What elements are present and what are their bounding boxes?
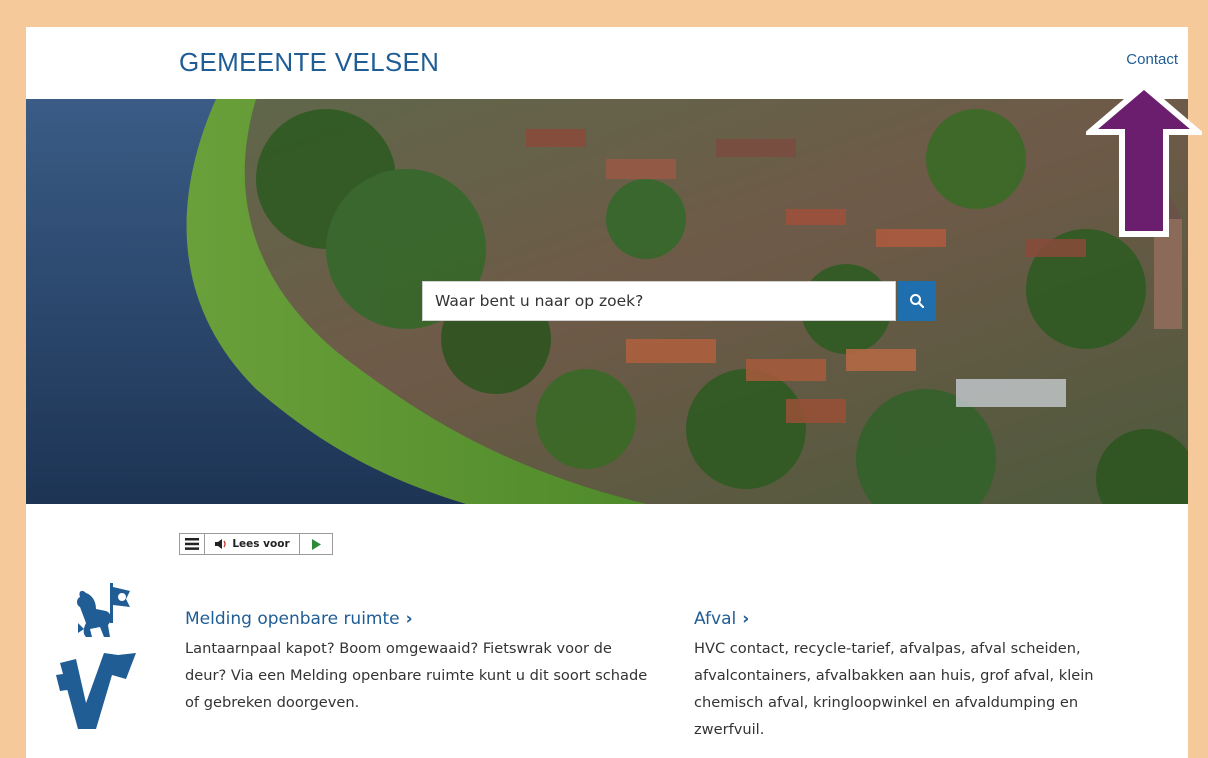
readspeaker-play-button[interactable] [300,534,332,554]
speaker-icon [215,539,226,549]
annotation-arrow-up-icon [1086,82,1202,237]
menu-icon [185,538,199,550]
hero-banner [26,99,1188,504]
chevron-right-icon: › [742,609,750,629]
search-input[interactable] [422,281,896,321]
play-icon [312,538,321,550]
page: GEMEENTE VELSEN Contact Waar bent u naar… [26,27,1188,758]
velsen-logo [56,583,136,729]
card-text-afval: HVC contact, recycle-tarief, afvalpas, a… [694,640,1094,738]
chevron-right-icon: › [405,609,413,629]
readspeaker-menu-button[interactable] [180,534,205,554]
readspeaker-bar: Lees voor [179,533,333,555]
contact-link[interactable]: Contact [1126,51,1178,68]
search-icon [910,294,925,309]
card-title-afval[interactable]: Afval › [694,609,749,629]
site-header: GEMEENTE VELSEN Contact [26,27,1188,99]
search-button[interactable] [898,281,936,321]
readspeaker-label: Lees voor [232,538,290,550]
readspeaker-read-button[interactable]: Lees voor [205,534,300,554]
card-title-melding[interactable]: Melding openbare ruimte › [185,609,413,629]
card-title-afval-text: Afval [694,609,737,629]
card-title-melding-text: Melding openbare ruimte [185,609,400,629]
card-text-melding: Lantaarnpaal kapot? Boom omgewaaid? Fiet… [185,640,648,711]
site-title[interactable]: GEMEENTE VELSEN [179,47,439,78]
